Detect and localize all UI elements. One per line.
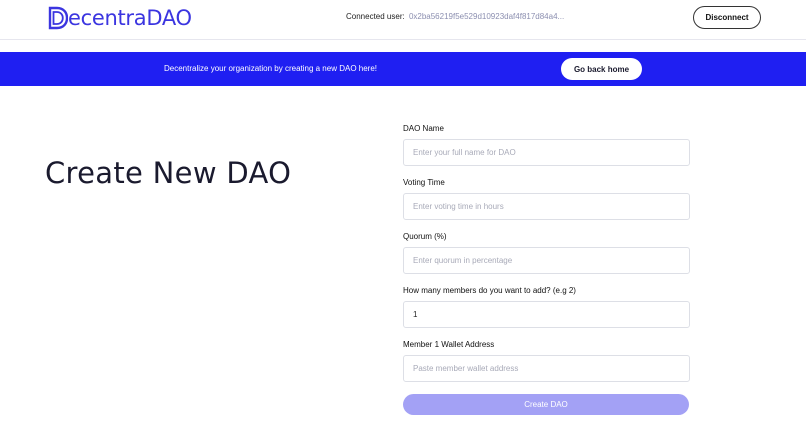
connected-address: 0x2ba56219f5e529d10923daf4f817d84a4... — [408, 12, 565, 21]
members-count-input[interactable] — [403, 301, 690, 328]
logo-d-icon — [48, 6, 69, 30]
quorum-label: Quorum (%) — [403, 232, 447, 241]
voting-time-label: Voting Time — [403, 178, 445, 187]
page-title: Create New DAO — [45, 156, 292, 190]
go-back-home-button[interactable]: Go back home — [561, 58, 642, 80]
create-dao-button[interactable]: Create DAO — [403, 394, 689, 415]
banner-text: Decentralize your organization by creati… — [164, 64, 377, 73]
voting-time-input[interactable] — [403, 193, 690, 220]
quorum-input[interactable] — [403, 247, 690, 274]
connected-label: Connected user: — [346, 12, 405, 21]
dao-name-input[interactable] — [403, 139, 690, 166]
dao-name-label: DAO Name — [403, 124, 444, 133]
banner: Decentralize your organization by creati… — [0, 52, 806, 86]
logo-text: ecentraDAO — [68, 6, 192, 30]
logo[interactable]: ecentraDAO — [48, 5, 192, 31]
disconnect-button[interactable]: Disconnect — [693, 6, 761, 29]
connected-user: Connected user: 0x2ba56219f5e529d10923da… — [346, 12, 564, 21]
members-count-label: How many members do you want to add? (e.… — [403, 286, 576, 295]
top-nav: ecentraDAO Connected user: 0x2ba56219f5e… — [0, 0, 806, 40]
member-1-wallet-label: Member 1 Wallet Address — [403, 340, 495, 349]
member-1-wallet-input[interactable] — [403, 355, 690, 382]
